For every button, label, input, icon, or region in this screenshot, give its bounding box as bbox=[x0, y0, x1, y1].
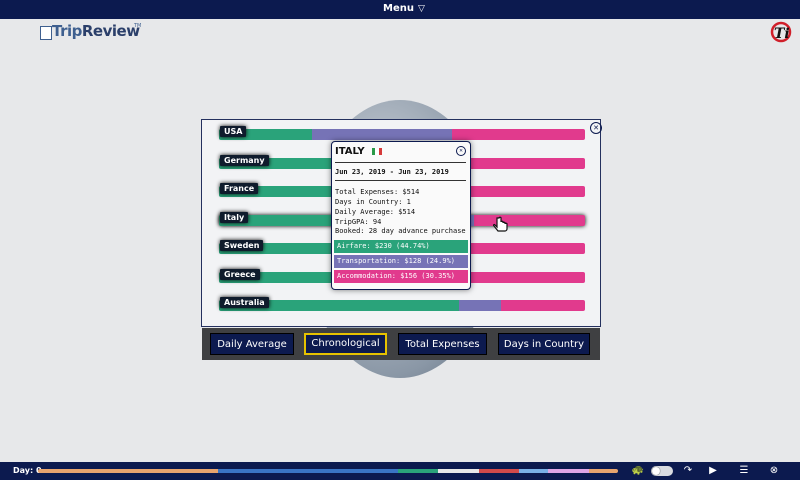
days-in-country-text: Days in Country: 1 bbox=[335, 198, 411, 206]
daily-average-text: Daily Average: $514 bbox=[335, 208, 416, 216]
toggle-knob bbox=[652, 467, 660, 475]
timeline-segment bbox=[38, 469, 218, 473]
accommodation-segment bbox=[464, 157, 585, 169]
days-in-country-button[interactable]: Days in Country bbox=[498, 333, 590, 355]
transportation-breakdown: Transportation: $128 (24.9%) bbox=[334, 255, 468, 268]
divider bbox=[335, 162, 466, 163]
close-icon[interactable]: ⊗ bbox=[767, 464, 781, 478]
italy-flag-icon bbox=[372, 148, 382, 155]
document-icon bbox=[40, 26, 52, 40]
list-icon[interactable]: ☰ bbox=[737, 464, 751, 478]
daily-average-button[interactable]: Daily Average bbox=[210, 333, 294, 355]
close-icon[interactable]: ✕ bbox=[590, 122, 602, 134]
hand-cursor-icon bbox=[492, 216, 508, 232]
play-icon[interactable]: ▶ bbox=[706, 464, 720, 478]
timeline-segment bbox=[519, 469, 549, 473]
country-detail-popup: ITALY ✕ Jun 23, 2019 - Jun 23, 2019 Tota… bbox=[331, 141, 471, 290]
timeline-bar: Day: 0 🐢 ↷ ▶ ☰ ⊗ bbox=[0, 462, 800, 480]
timeline-segment bbox=[217, 469, 398, 473]
logo-text: TripReview bbox=[52, 22, 140, 40]
timeline-segment bbox=[438, 469, 479, 473]
total-expenses-button[interactable]: Total Expenses bbox=[398, 333, 487, 355]
country-label: Sweden bbox=[220, 240, 264, 251]
chronological-button[interactable]: Chronological bbox=[304, 333, 387, 355]
turtle-icon[interactable]: 🐢 bbox=[631, 464, 645, 478]
top-bar: Menu ▽ bbox=[0, 0, 800, 19]
trip-gpa-text: TripGPA: 94 bbox=[335, 218, 382, 226]
transportation-segment bbox=[459, 300, 502, 311]
total-expenses-text: Total Expenses: $514 bbox=[335, 188, 420, 196]
accommodation-segment bbox=[464, 271, 585, 283]
country-bar-australia[interactable] bbox=[219, 300, 585, 311]
ti-logo-icon: Ti bbox=[770, 21, 792, 43]
speed-toggle[interactable] bbox=[651, 466, 673, 476]
timeline-segment bbox=[397, 469, 439, 473]
popup-title: ITALY bbox=[335, 146, 365, 157]
divider bbox=[335, 180, 466, 181]
country-label: Italy bbox=[220, 211, 249, 223]
close-icon[interactable]: ✕ bbox=[456, 146, 466, 156]
accommodation-segment bbox=[464, 243, 585, 254]
country-label: Australia bbox=[220, 297, 269, 308]
country-label: Greece bbox=[220, 268, 260, 280]
svg-text:Ti: Ti bbox=[774, 26, 790, 42]
accommodation-segment bbox=[467, 186, 585, 197]
trademark-mark: TM bbox=[134, 23, 142, 29]
trip-dates: Jun 23, 2019 - Jun 23, 2019 bbox=[335, 168, 449, 176]
accommodation-segment bbox=[501, 300, 585, 311]
transportation-segment bbox=[311, 129, 453, 140]
airfare-breakdown: Airfare: $230 (44.74%) bbox=[334, 240, 468, 253]
booked-text: Booked: 28 day advance purchase bbox=[335, 227, 466, 235]
country-label: USA bbox=[220, 126, 247, 137]
menu-label: Menu bbox=[383, 3, 414, 14]
timeline-segment bbox=[478, 469, 520, 473]
timeline-scrubber[interactable] bbox=[38, 469, 618, 473]
country-bar-usa[interactable] bbox=[219, 129, 585, 140]
country-label: Germany bbox=[220, 154, 269, 166]
accommodation-segment bbox=[452, 129, 585, 140]
country-label: France bbox=[220, 183, 259, 194]
chevron-down-icon: ▽ bbox=[417, 4, 425, 14]
accommodation-breakdown: Accommodation: $156 (30.35%) bbox=[334, 270, 468, 283]
sort-button-bar: Daily Average Chronological Total Expens… bbox=[202, 328, 600, 360]
accommodation-segment bbox=[473, 214, 585, 226]
menu-button[interactable]: Menu ▽ bbox=[383, 3, 425, 14]
share-arrow-icon[interactable]: ↷ bbox=[681, 464, 695, 478]
timeline-segment bbox=[548, 469, 589, 473]
timeline-segment bbox=[588, 469, 618, 473]
